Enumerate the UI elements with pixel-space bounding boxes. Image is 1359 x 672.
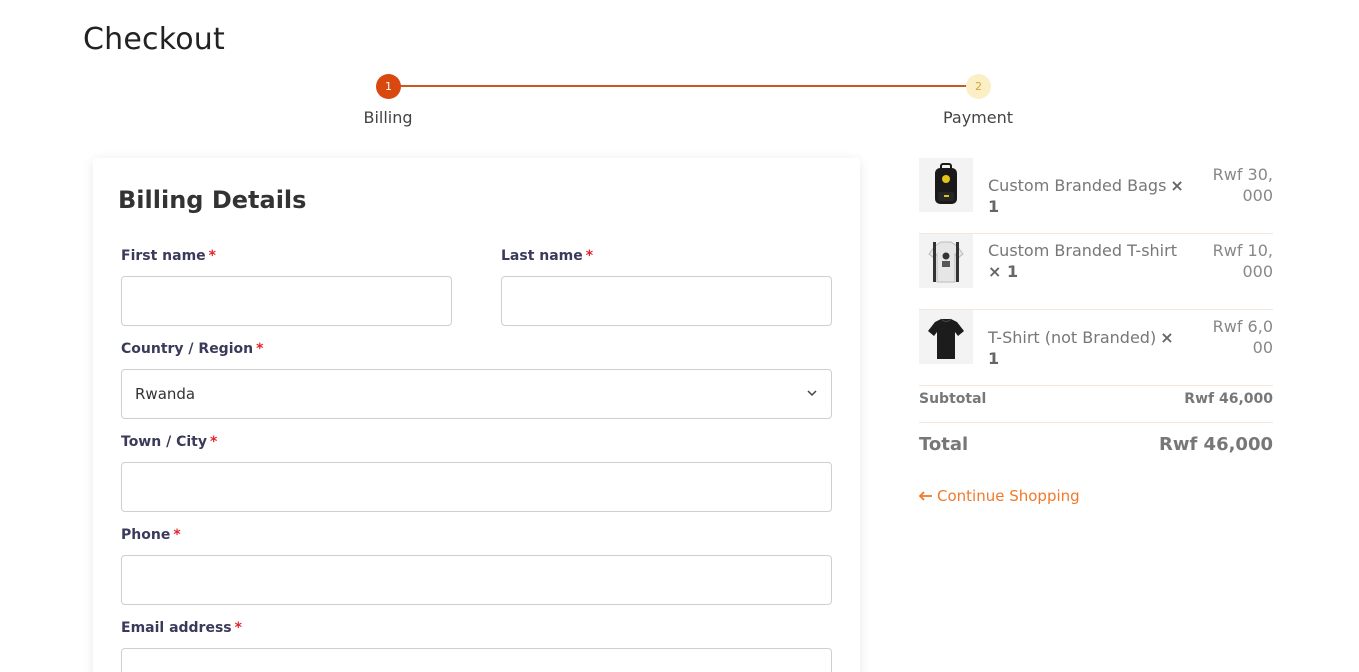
last-name-input[interactable]: [501, 276, 832, 326]
tshirt-icon: [919, 310, 973, 364]
country-label: Country / Region *: [121, 341, 264, 357]
arrow-left-icon: [919, 491, 932, 501]
summary-item: Custom Branded T-shirt × 1 Rwf 10,000: [919, 234, 1273, 310]
billing-details-title: Billing Details: [118, 186, 307, 214]
required-mark: *: [173, 527, 181, 543]
step-2-indicator[interactable]: 2: [966, 74, 991, 99]
country-select[interactable]: Rwanda: [121, 369, 832, 419]
phone-input[interactable]: [121, 555, 832, 605]
city-input[interactable]: [121, 462, 832, 512]
billing-details-card: Billing Details First name * Last name * C…: [93, 158, 860, 672]
subtotal-label: Subtotal: [919, 391, 987, 407]
required-mark: *: [209, 434, 218, 450]
checkout-stepper: 1 2 Billing Payment: [0, 0, 1359, 140]
item-name: T-Shirt (not Branded) × 1: [988, 328, 1174, 368]
tshirt-icon: [919, 234, 973, 288]
summary-item: Custom Branded Bags × 1 Rwf 30,000: [919, 158, 1273, 234]
stepper-line: [388, 85, 978, 87]
phone-label: Phone *: [121, 527, 181, 543]
continue-shopping-link[interactable]: Continue Shopping: [919, 487, 1080, 505]
summary-item: T-Shirt (not Branded) × 1 Rwf 6,000: [919, 310, 1273, 386]
item-price: Rwf 30,000: [1212, 165, 1273, 205]
continue-shopping-label: Continue Shopping: [937, 487, 1080, 505]
subtotal-value: Rwf 46,000: [1184, 391, 1273, 407]
email-label: Email address *: [121, 620, 242, 636]
item-qty: × 1: [988, 262, 1019, 281]
chevron-down-icon: [807, 390, 817, 397]
item-name: Custom Branded T-shirt × 1: [988, 241, 1177, 281]
item-price: Rwf 6,000: [1212, 317, 1273, 357]
required-mark: *: [256, 341, 264, 357]
last-name-label: Last name *: [501, 248, 594, 264]
item-name: Custom Branded Bags × 1: [988, 176, 1184, 216]
total-value: Rwf 46,000: [1158, 434, 1273, 455]
first-name-input[interactable]: [121, 276, 452, 326]
backpack-icon: [919, 158, 973, 212]
email-input[interactable]: [121, 648, 832, 672]
city-label: Town / City *: [121, 434, 218, 450]
first-name-label: First name *: [121, 248, 216, 264]
total-label: Total: [919, 434, 969, 455]
step-1-label: Billing: [363, 108, 413, 127]
country-select-value: Rwanda: [135, 385, 196, 403]
step-2-label: Payment: [942, 108, 1014, 127]
required-mark: *: [208, 248, 216, 264]
item-price: Rwf 10,000: [1212, 241, 1273, 281]
required-mark: *: [234, 620, 242, 636]
required-mark: *: [585, 248, 594, 264]
step-1-indicator[interactable]: 1: [376, 74, 401, 99]
divider: [919, 422, 1273, 423]
